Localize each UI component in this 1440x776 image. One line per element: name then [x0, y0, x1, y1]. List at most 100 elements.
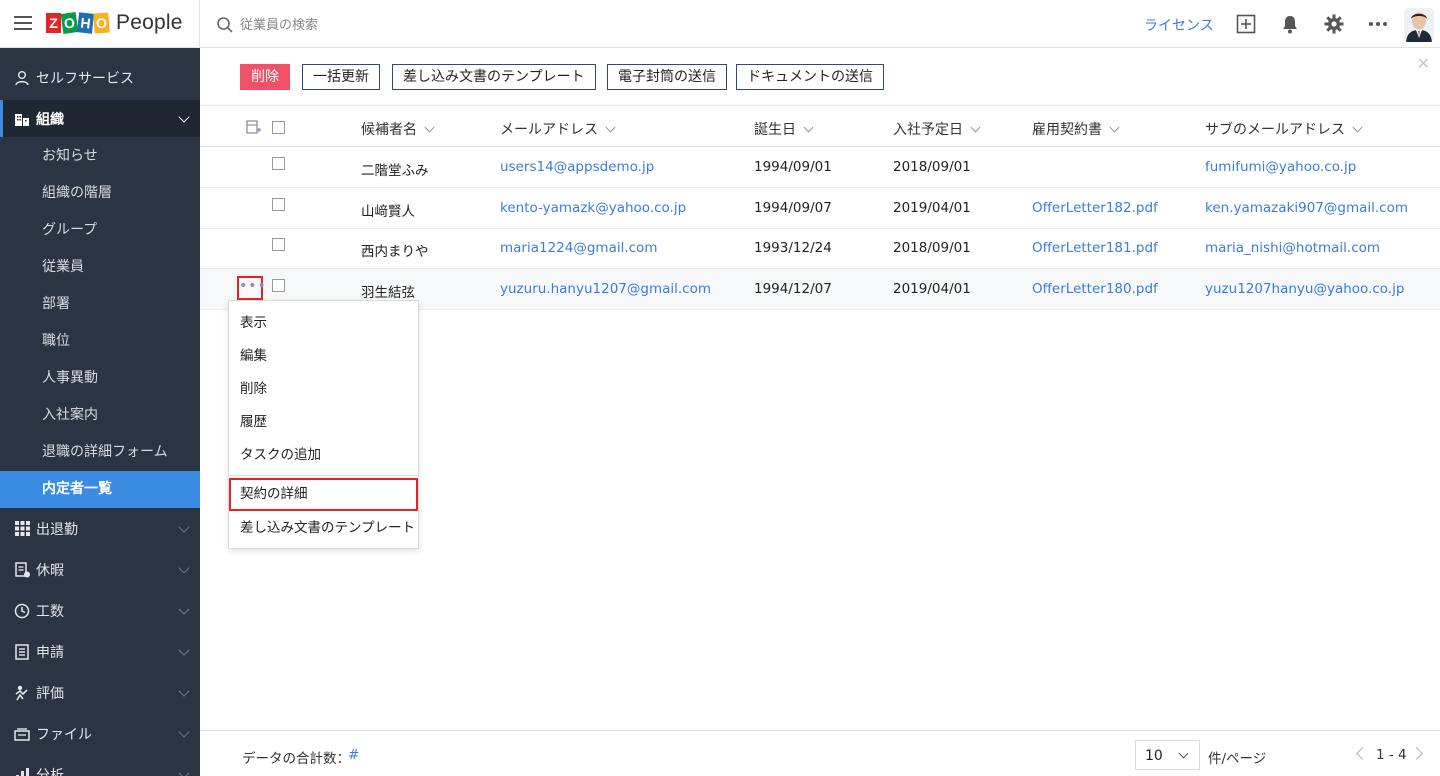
- sidebar-item-timesheet[interactable]: 工数: [0, 592, 200, 629]
- chevron-down-icon: [1352, 122, 1363, 132]
- chevron-down-icon: [178, 726, 190, 738]
- contract-link[interactable]: OfferLetter182.pdf: [1032, 200, 1158, 216]
- row-actions-menu: 表示 編集 削除 履歴 タスクの追加 契約の詳細 差し込み文書のテンプレート: [228, 300, 419, 549]
- email-link[interactable]: kento-yamazk@yahoo.co.jp: [500, 200, 686, 216]
- menu-item-edit[interactable]: 編集: [229, 340, 418, 373]
- contract-link[interactable]: OfferLetter180.pdf: [1032, 281, 1158, 297]
- chevron-left-icon[interactable]: [1356, 747, 1369, 760]
- gear-icon[interactable]: [1323, 13, 1345, 35]
- row-actions-button[interactable]: •••: [237, 276, 266, 300]
- send-document-button[interactable]: ドキュメントの送信: [736, 64, 884, 90]
- select-all-checkbox[interactable]: [272, 121, 285, 134]
- analytics-icon: [13, 766, 31, 776]
- user-avatar[interactable]: [1404, 8, 1434, 42]
- leave-icon: [13, 561, 31, 579]
- sub-email-link[interactable]: ken.yamazaki907@gmail.com: [1205, 200, 1408, 216]
- product-name: People: [116, 11, 183, 34]
- chevron-down-icon: [178, 562, 190, 574]
- delete-button[interactable]: 削除: [240, 64, 290, 90]
- chevron-down-icon: [178, 603, 190, 615]
- menu-item-mail-merge-template[interactable]: 差し込み文書のテンプレート: [229, 512, 418, 545]
- email-link[interactable]: maria1224@gmail.com: [500, 240, 657, 256]
- action-bar: 削除 一括更新 差し込み文書のテンプレート 電子封筒の送信 ドキュメントの送信 …: [200, 48, 1440, 106]
- mail-merge-template-button[interactable]: 差し込み文書のテンプレート: [392, 64, 596, 90]
- sidebar-item-label: 組織: [36, 111, 64, 128]
- sidebar-subitem[interactable]: 部署: [0, 286, 200, 323]
- more-icon[interactable]: [1367, 13, 1389, 35]
- birthday: 1994/09/07: [754, 200, 832, 216]
- sidebar-subitem[interactable]: 従業員: [0, 249, 200, 286]
- sidebar-item-self-service[interactable]: セルフサービス: [0, 59, 200, 96]
- row-checkbox[interactable]: [272, 157, 285, 170]
- sidebar-item-label: 出退勤: [36, 521, 78, 538]
- column-header-contract[interactable]: 雇用契約書: [1032, 119, 1120, 139]
- birthday: 1993/12/24: [754, 240, 832, 256]
- column-header-sub-email[interactable]: サブのメールアドレス: [1205, 119, 1363, 139]
- logo-letter: H: [76, 12, 95, 34]
- add-icon[interactable]: [1235, 13, 1257, 35]
- table-row[interactable]: 山﨑賢人 kento-yamazk@yahoo.co.jp 1994/09/07…: [200, 188, 1440, 229]
- send-envelope-button[interactable]: 電子封筒の送信: [607, 64, 727, 90]
- column-header-email[interactable]: メールアドレス: [500, 119, 616, 139]
- table-row[interactable]: 西内まりや maria1224@gmail.com 1993/12/24 201…: [200, 228, 1440, 269]
- sidebar-subitem[interactable]: 退職の詳細フォーム: [0, 434, 200, 471]
- sidebar-item-analytics[interactable]: 分析: [0, 756, 200, 776]
- total-count-value[interactable]: #: [348, 747, 359, 763]
- sidebar-item-files[interactable]: ファイル: [0, 715, 200, 752]
- header-label: 入社予定日: [893, 122, 963, 138]
- bell-icon[interactable]: [1279, 13, 1301, 35]
- table-row[interactable]: 二階堂ふみ users14@appsdemo.jp 1994/09/01 201…: [200, 147, 1440, 188]
- employee-search-input[interactable]: [240, 12, 620, 38]
- chevron-down-icon: [803, 122, 814, 132]
- bulk-update-button[interactable]: 一括更新: [302, 64, 380, 90]
- per-page-label: 件/ページ: [1208, 751, 1267, 767]
- candidate-name: 山﨑賢人: [361, 204, 415, 220]
- sidebar-subitem[interactable]: 入社案内: [0, 397, 200, 434]
- license-link[interactable]: ライセンス: [1144, 15, 1214, 35]
- logo-letter: O: [60, 12, 79, 34]
- menu-item-contract-details[interactable]: 契約の詳細: [229, 478, 418, 511]
- sidebar-item-label: 分析: [36, 767, 64, 776]
- contract-link[interactable]: OfferLetter181.pdf: [1032, 240, 1158, 256]
- row-checkbox[interactable]: [272, 198, 285, 211]
- close-icon[interactable]: ✕: [1417, 54, 1430, 73]
- sidebar-item-requests[interactable]: 申請: [0, 633, 200, 670]
- sidebar-item-label: ファイル: [36, 726, 92, 743]
- sidebar-item-attendance[interactable]: 出退勤: [0, 510, 200, 547]
- sidebar-subitem[interactable]: お知らせ: [0, 138, 200, 175]
- sidebar-item-label: 申請: [36, 644, 64, 661]
- column-header-birthday[interactable]: 誕生日: [754, 119, 814, 139]
- page-size-select[interactable]: 10: [1135, 740, 1200, 770]
- email-link[interactable]: users14@appsdemo.jp: [500, 159, 654, 175]
- sub-email-link[interactable]: yuzu1207hanyu@yahoo.co.jp: [1205, 281, 1404, 297]
- sidebar-item-leave[interactable]: 休暇: [0, 551, 200, 588]
- menu-item-history[interactable]: 履歴: [229, 406, 418, 439]
- sidebar-subitem[interactable]: 職位: [0, 323, 200, 360]
- sidebar-subitem-offer-list[interactable]: 内定者一覧: [0, 471, 200, 508]
- menu-item-view[interactable]: 表示: [229, 307, 418, 340]
- email-link[interactable]: yuzuru.hanyu1207@gmail.com: [500, 281, 711, 297]
- menu-item-delete[interactable]: 削除: [229, 373, 418, 406]
- row-checkbox[interactable]: [272, 238, 285, 251]
- sub-email-link[interactable]: maria_nishi@hotmail.com: [1205, 240, 1380, 256]
- sidebar-subitem[interactable]: 組織の階層: [0, 175, 200, 212]
- logo-letter: Z: [46, 13, 61, 33]
- total-count-label: データの合計数：: [242, 751, 350, 767]
- building-icon: [13, 110, 31, 128]
- sub-email-link[interactable]: fumifumi@yahoo.co.jp: [1205, 159, 1356, 175]
- column-settings-icon[interactable]: [246, 120, 261, 135]
- chevron-right-icon[interactable]: [1410, 747, 1423, 760]
- sidebar-item-appraisal[interactable]: 評価: [0, 674, 200, 711]
- column-header-name[interactable]: 候補者名: [361, 119, 435, 139]
- hamburger-menu-icon[interactable]: [14, 16, 32, 30]
- sidebar-item-organization[interactable]: 組織: [0, 100, 200, 137]
- join-date: 2019/04/01: [893, 281, 971, 297]
- row-checkbox[interactable]: [272, 279, 285, 292]
- sidebar-subitem[interactable]: グループ: [0, 212, 200, 249]
- sidebar-subitem[interactable]: 人事異動: [0, 360, 200, 397]
- top-bar: Z O H O People ライセンス: [0, 0, 1440, 48]
- chevron-down-icon: [1178, 748, 1189, 759]
- column-header-join-date[interactable]: 入社予定日: [893, 119, 981, 139]
- menu-item-add-task[interactable]: タスクの追加: [229, 439, 418, 472]
- menu-divider: [229, 475, 418, 476]
